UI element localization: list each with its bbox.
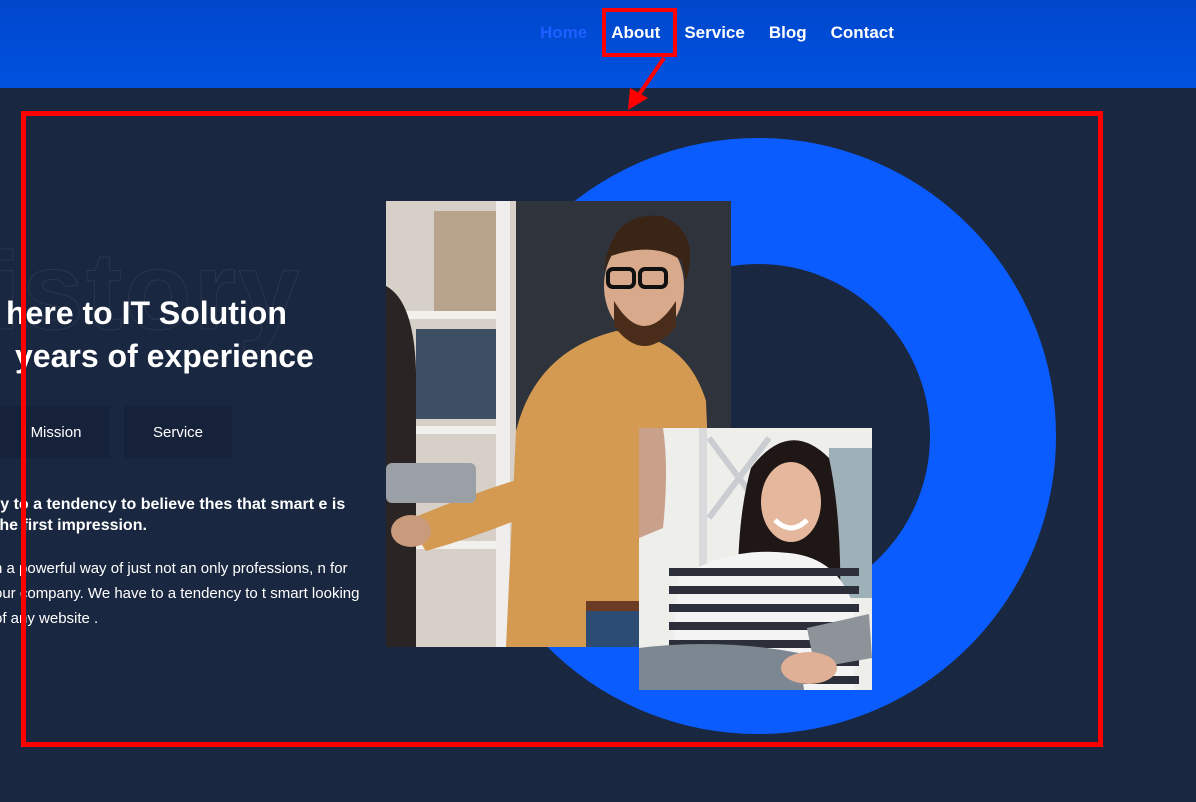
nav-contact-link[interactable]: Contact bbox=[819, 20, 906, 46]
nav-service-link[interactable]: Service bbox=[672, 20, 757, 46]
top-navbar: Home About Service Blog Contact bbox=[0, 0, 1196, 88]
main-nav: Home About Service Blog Contact bbox=[528, 20, 906, 46]
annotation-highlight-section bbox=[21, 111, 1103, 747]
nav-blog-link[interactable]: Blog bbox=[757, 20, 819, 46]
nav-home-link[interactable]: Home bbox=[528, 20, 599, 46]
annotation-highlight-about bbox=[602, 8, 677, 57]
